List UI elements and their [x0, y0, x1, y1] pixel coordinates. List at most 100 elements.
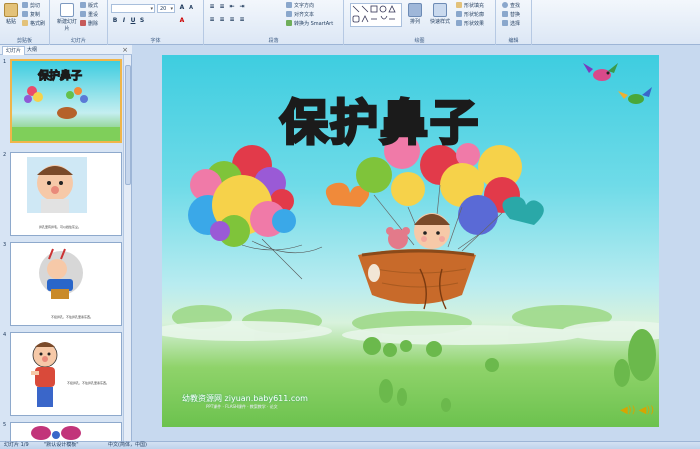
replace-button[interactable]: 替换	[502, 11, 520, 18]
quick-styles-button[interactable]: 快速样式	[428, 3, 452, 25]
slide-2-caption: 鼻孔里有鼻毛，可以挡住灰尘。	[39, 225, 82, 229]
paste-button[interactable]: 粘贴	[2, 3, 20, 25]
clipboard-group-label: 剪贴板	[16, 38, 32, 44]
numbering-button[interactable]: ≡	[218, 3, 226, 11]
layout-button[interactable]: 版式	[80, 2, 98, 9]
slide-thumbnail-1[interactable]: 保护鼻子	[10, 59, 122, 143]
slide-footer-watermark: 幼教资源网 ziyuan.baby611.com	[182, 394, 308, 403]
shapes-gallery-icons	[352, 5, 396, 23]
theme-status: "默认设计模板"	[44, 442, 79, 448]
slide-4-preview	[31, 342, 58, 407]
align-right-button[interactable]: ≡	[228, 16, 236, 24]
chevron-down-icon: ▾	[150, 6, 153, 12]
delete-button[interactable]: 删除	[80, 20, 98, 27]
slide-thumbnail-5[interactable]	[10, 422, 122, 441]
align-text-icon	[286, 11, 292, 17]
editing-group: 查找 替换 选择 编辑	[496, 0, 532, 45]
cut-button[interactable]: 剪切	[22, 2, 40, 9]
speaker-icon[interactable]: ◀)) ◀))	[620, 405, 654, 416]
italic-button[interactable]: I	[120, 17, 128, 25]
slide-number: 5	[3, 422, 7, 428]
tab-slides[interactable]: 幻灯片	[2, 46, 26, 55]
copy-button[interactable]: 复制	[22, 11, 40, 18]
arrange-button[interactable]: 排列	[406, 3, 424, 25]
replace-icon	[502, 11, 508, 17]
drawing-group: 排列 快速样式 形状填充 形状轮廓 形状效果 绘图	[344, 0, 496, 45]
reset-icon	[80, 11, 86, 17]
slide-number: 3	[3, 242, 7, 248]
quick-styles-icon	[433, 3, 447, 17]
paragraph-group: ≡ ≡ ⇤ ⇥ ≡ ≡ ≡ ≡ 文字方向 对齐文本 转换为 SmartArt 段…	[204, 0, 344, 45]
slide-number: 4	[3, 332, 7, 338]
format-painter-button[interactable]: 格式刷	[22, 20, 45, 27]
paragraph-group-label: 段落	[268, 38, 279, 44]
new-slide-button[interactable]: 新建幻灯片	[56, 3, 78, 32]
decrease-indent-button[interactable]: ⇤	[228, 3, 236, 11]
drawing-group-label: 绘图	[414, 38, 425, 44]
panel-tabs: 幻灯片 大纲 ×	[0, 45, 132, 55]
font-group: ▾ 20 ▾ A A B I U S A 字体	[108, 0, 204, 45]
scissors-icon	[22, 2, 28, 8]
slides-group: 新建幻灯片 版式 重设 删除 幻灯片	[50, 0, 108, 45]
justify-button[interactable]: ≡	[238, 16, 246, 24]
shape-fill-button[interactable]: 形状填充	[456, 2, 484, 9]
birds	[583, 63, 652, 104]
new-slide-icon	[60, 3, 74, 17]
font-color-button[interactable]: A	[178, 17, 186, 25]
ribbon: 粘贴 剪切 复制 格式刷 剪贴板 新建幻灯片 版式 重设 删除 幻灯片 ▾ 20…	[0, 0, 700, 45]
copy-icon	[22, 11, 28, 17]
paste-icon	[4, 3, 18, 17]
scroll-thumb[interactable]	[125, 65, 131, 185]
panel-scrollbar[interactable]	[123, 55, 131, 441]
chevron-down-icon: ▾	[170, 6, 173, 12]
text-direction-icon	[286, 2, 292, 8]
align-left-button[interactable]: ≡	[208, 16, 216, 24]
slide-count-status: 幻灯片 1/9	[4, 442, 29, 448]
language-status[interactable]: 中文(简体，中国)	[108, 442, 147, 449]
slides-group-label: 幻灯片	[70, 38, 86, 44]
tab-outline[interactable]: 大纲	[24, 46, 40, 55]
balloon-cluster-left	[188, 145, 323, 280]
slide-thumbnail-3[interactable]: 不挖鼻孔，不往鼻孔里塞东西。	[10, 242, 122, 326]
layout-icon	[80, 2, 86, 8]
delete-icon	[80, 20, 86, 26]
align-text-button[interactable]: 对齐文本	[286, 11, 314, 18]
editing-group-label: 编辑	[508, 38, 519, 44]
shapes-gallery[interactable]	[350, 3, 402, 27]
slide-number: 2	[3, 152, 7, 158]
shape-effects-button[interactable]: 形状效果	[456, 20, 484, 27]
close-icon[interactable]: ×	[122, 46, 128, 54]
slide-thumbnail-2[interactable]: 鼻孔里有鼻毛，可以挡住灰尘。	[10, 152, 122, 236]
slide-2-preview	[27, 157, 87, 213]
effects-icon	[456, 20, 462, 26]
smartart-icon	[286, 20, 292, 26]
slide-thumbnail-4[interactable]: 不挖鼻孔，不往鼻孔里塞东西。	[10, 332, 122, 416]
find-button[interactable]: 查找	[502, 2, 520, 9]
text-direction-button[interactable]: 文字方向	[286, 2, 314, 9]
smartart-button[interactable]: 转换为 SmartArt	[286, 20, 333, 27]
grow-font-button[interactable]: A	[178, 4, 186, 12]
cursor-icon	[502, 20, 508, 26]
reset-button[interactable]: 重设	[80, 11, 98, 18]
status-bar: 幻灯片 1/9 "默认设计模板" 中文(简体，中国)	[0, 441, 700, 449]
slide-1-thumb-title: 保护鼻子	[38, 69, 83, 83]
current-slide[interactable]: 保护鼻子 幼教资源网 ziyuan.baby611.com PPT课件 · FL…	[162, 55, 659, 427]
underline-button[interactable]: U	[129, 17, 137, 25]
slide-4-caption: 不挖鼻孔，不往鼻孔里塞东西。	[67, 381, 110, 385]
font-group-label: 字体	[150, 38, 161, 44]
bold-button[interactable]: B	[111, 17, 119, 25]
align-center-button[interactable]: ≡	[218, 16, 226, 24]
strikethrough-button[interactable]: S	[138, 17, 146, 25]
slide-footer-sub: PPT课件 · FLASH课件 · 教案教学 · 论文	[206, 404, 278, 409]
select-button[interactable]: 选择	[502, 20, 520, 27]
slide-title[interactable]: 保护鼻子	[278, 83, 480, 153]
search-icon	[502, 2, 508, 8]
pen-icon	[456, 11, 462, 17]
font-size-select[interactable]: 20 ▾	[157, 4, 175, 13]
slide-5-preview	[31, 426, 81, 440]
increase-indent-button[interactable]: ⇥	[238, 3, 246, 11]
font-name-select[interactable]: ▾	[111, 4, 155, 13]
bullets-button[interactable]: ≡	[208, 3, 216, 11]
shrink-font-button[interactable]: A	[187, 4, 195, 12]
shape-outline-button[interactable]: 形状轮廓	[456, 11, 484, 18]
